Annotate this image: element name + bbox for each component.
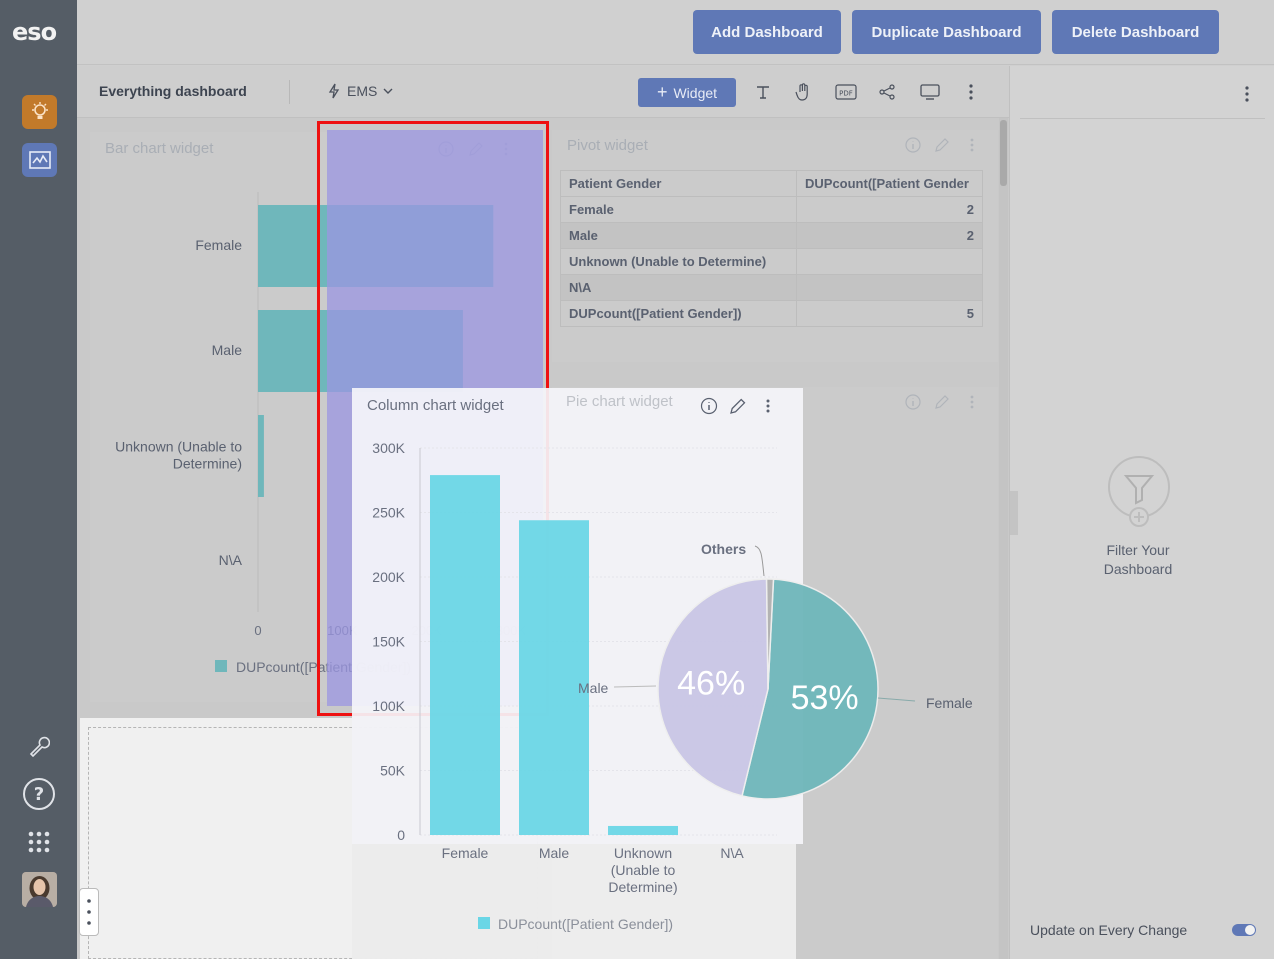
dashboard-toolbar: Everything dashboard EMS + Widget PDF (77, 66, 1009, 118)
svg-text:?: ? (34, 784, 44, 805)
lightbulb-icon[interactable] (22, 95, 57, 129)
table-cell: Female (560, 196, 797, 223)
more-menu-icon[interactable] (961, 82, 981, 102)
widget-menu-icon[interactable] (963, 136, 981, 154)
pdf-icon[interactable]: PDF (835, 82, 857, 102)
wrench-icon[interactable] (22, 729, 56, 763)
category-label: Unknown (Unable to (115, 439, 242, 455)
info-icon[interactable] (904, 136, 922, 154)
filter-add-icon[interactable] (1108, 456, 1172, 533)
table-row: N\A (560, 274, 983, 301)
category-label: Male (212, 342, 243, 358)
edit-icon[interactable] (933, 136, 951, 154)
monitor-icon[interactable] (919, 82, 941, 102)
legend-swatch (478, 917, 490, 929)
pie-percent-label: 53% (791, 679, 859, 717)
column-header[interactable]: Patient Gender (560, 170, 797, 197)
column-header[interactable]: DUPcount([Patient Gender (796, 170, 983, 197)
duplicate-dashboard-button[interactable]: Duplicate Dashboard (852, 10, 1041, 54)
category-label: Female (442, 845, 489, 861)
leader-line (877, 697, 916, 702)
lightning-icon (328, 83, 340, 99)
table-cell: Unknown (Unable to Determine) (560, 248, 797, 275)
sidebar: eso ? (0, 0, 77, 959)
pivot-table: Patient Gender DUPcount([Patient Gender … (560, 170, 983, 327)
table-header-row: Patient Gender DUPcount([Patient Gender (560, 170, 983, 197)
add-dashboard-button[interactable]: Add Dashboard (693, 10, 841, 54)
update-toggle-label: Update on Every Change (1030, 922, 1188, 938)
divider (289, 80, 290, 104)
help-icon[interactable]: ? (22, 777, 56, 811)
tick-label: 250K (372, 505, 405, 521)
table-row: Male 2 (560, 222, 983, 249)
pie-label: Others (701, 541, 746, 557)
share-icon[interactable] (877, 82, 897, 102)
table-cell: N\A (560, 274, 797, 301)
hand-icon[interactable] (793, 82, 813, 102)
panel-menu-icon[interactable] (1245, 86, 1249, 107)
tick-label: 200K (372, 569, 405, 585)
pie-chart: 53% 46% Female Male Others (578, 541, 973, 800)
tick-label: 0 (397, 827, 405, 843)
datasource-selector[interactable]: EMS (327, 83, 393, 99)
table-cell: 5 (796, 300, 983, 327)
table-cell: 2 (796, 222, 983, 249)
table-cell: DUPcount([Patient Gender]) (560, 300, 797, 327)
add-widget-label: Widget (673, 84, 718, 101)
leader-line (754, 545, 765, 577)
panel-collapse-handle[interactable] (1010, 491, 1018, 535)
chevron-down-icon (383, 88, 393, 94)
category-label: Determine) (173, 456, 242, 472)
table-cell: Male (560, 222, 797, 249)
leader-line (613, 685, 657, 688)
dashboard-title: Everything dashboard (99, 83, 247, 99)
table-row: DUPcount([Patient Gender]) 5 (560, 300, 983, 327)
category-label: Female (195, 237, 242, 253)
table-cell: 2 (796, 196, 983, 223)
tick-label: 0 (254, 623, 261, 638)
user-avatar[interactable] (22, 872, 57, 907)
tick-label: 300K (372, 440, 405, 456)
datasource-label: EMS (347, 83, 378, 99)
analytics-icon[interactable] (22, 143, 57, 177)
category-label: (Unable to (611, 862, 676, 878)
scrollbar-thumb[interactable] (1000, 120, 1007, 186)
widget-title: Pivot widget (567, 137, 648, 154)
tick-label: 150K (372, 634, 405, 650)
category-label: N\A (219, 552, 243, 568)
category-label: Determine) (608, 879, 677, 895)
canvas-scrollbar[interactable] (999, 118, 1008, 959)
apps-grid-icon[interactable] (22, 825, 56, 859)
update-toggle[interactable] (1232, 924, 1256, 936)
tick-label: 100K (372, 698, 405, 714)
pie-label: Male (578, 680, 609, 696)
column-bar (430, 475, 500, 835)
table-cell (796, 274, 983, 301)
filter-hint: Filter Your Dashboard (1103, 542, 1173, 577)
bar (258, 415, 264, 497)
table-cell (796, 248, 983, 275)
text-icon[interactable] (753, 82, 773, 102)
top-action-bar: Add Dashboard Duplicate Dashboard Delete… (77, 0, 1274, 65)
delete-dashboard-button[interactable]: Delete Dashboard (1052, 10, 1219, 54)
divider (1020, 118, 1265, 119)
plus-icon: + (656, 82, 668, 102)
pdf-icon-label: PDF (839, 90, 853, 98)
add-widget-button[interactable]: + Widget (638, 78, 736, 107)
tick-label: 50K (380, 763, 406, 779)
legend-label: DUPcount([Patient Gender]) (498, 916, 673, 932)
legend-swatch (215, 660, 227, 672)
app-root: eso ? Add Dashboard Duplicate Dashboard … (0, 0, 1274, 959)
filter-panel: Filter Your Dashboard Update on Every Ch… (1009, 66, 1274, 959)
pie-percent-label: 46% (677, 665, 745, 703)
pie-label: Female (926, 695, 973, 711)
drag-handle[interactable] (79, 888, 99, 936)
eso-logo: eso (12, 18, 57, 46)
table-row: Female 2 (560, 196, 983, 223)
table-row: Unknown (Unable to Determine) (560, 248, 983, 275)
